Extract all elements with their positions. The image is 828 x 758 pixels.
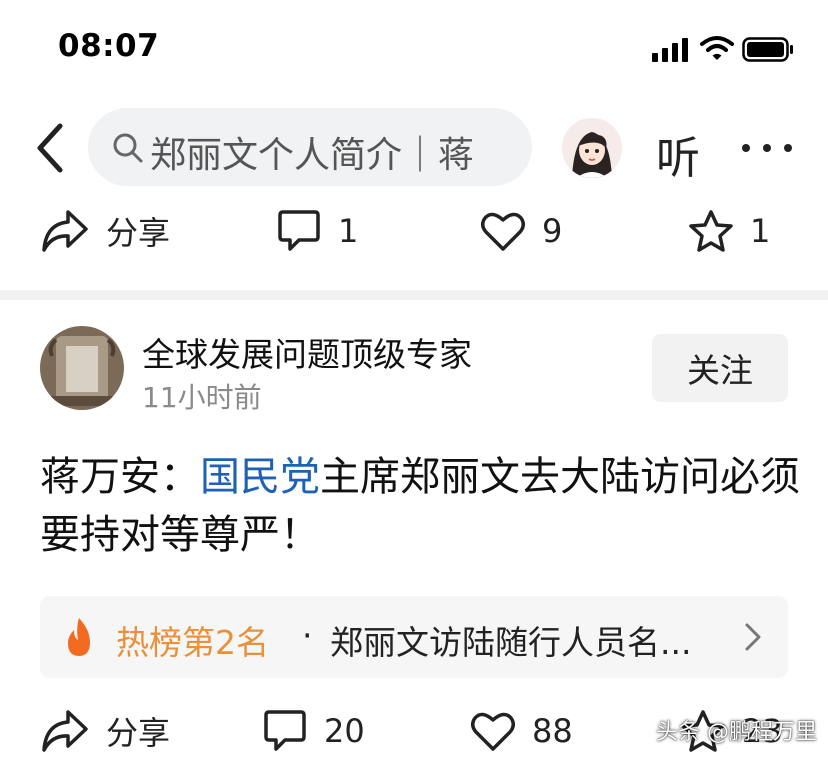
share-label: 分享	[106, 214, 171, 252]
watermark: 头条 @鹏程万里	[656, 720, 817, 745]
favorite-count: 1	[750, 212, 771, 250]
heart-icon	[481, 212, 525, 251]
author-avatar-image	[40, 326, 124, 410]
post-like-button[interactable]: 88	[470, 706, 573, 756]
like-count: 9	[542, 212, 563, 250]
post-body-prefix: 蒋万安：	[40, 454, 200, 500]
flame-icon	[68, 618, 90, 656]
heart-icon	[471, 712, 515, 751]
post-comment-count: 20	[324, 712, 365, 750]
post-body: 蒋万安：国民党主席郑丽文去大陆访问必须要持对等尊严！	[40, 448, 800, 564]
cellular-signal-icon	[652, 38, 690, 62]
search-query-text: 郑丽文个人简介｜蒋	[150, 135, 475, 176]
share-icon	[42, 710, 88, 752]
more-icon[interactable]	[742, 144, 792, 154]
comment-button[interactable]: 1	[276, 206, 358, 256]
hot-topic-title: 郑丽文访陆随行人员名...	[330, 623, 692, 662]
post-share-label: 分享	[106, 714, 171, 752]
status-time: 08:07	[58, 28, 160, 64]
favorite-button[interactable]: 1	[688, 206, 770, 256]
share-button[interactable]: 分享	[40, 206, 170, 256]
user-avatar[interactable]	[562, 118, 622, 178]
back-button[interactable]	[32, 120, 72, 176]
author-avatar[interactable]	[40, 326, 124, 410]
follow-button[interactable]: 关注	[652, 334, 788, 402]
like-button[interactable]: 9	[480, 206, 562, 256]
hot-list-banner[interactable]: 热榜第2名 · 郑丽文访陆随行人员名...	[40, 596, 788, 678]
star-icon	[689, 210, 733, 252]
battery-icon	[742, 37, 793, 62]
listen-button[interactable]: 听	[656, 122, 700, 186]
post-like-count: 88	[532, 712, 573, 750]
share-icon	[42, 210, 88, 252]
search-icon	[113, 133, 143, 163]
comment-icon	[278, 210, 320, 251]
author-name[interactable]: 全球发展问题顶级专家	[142, 328, 472, 376]
comment-icon	[264, 710, 306, 751]
back-arrow-icon	[37, 123, 63, 173]
post-share-button[interactable]: 分享	[40, 706, 170, 756]
wifi-icon	[700, 36, 734, 60]
hot-rank-label: 热榜第2名	[116, 623, 269, 662]
section-divider	[0, 290, 828, 300]
search-input[interactable]: 郑丽文个人简介｜蒋	[88, 108, 532, 186]
user-avatar-image	[562, 118, 622, 178]
topic-link[interactable]: 国民党	[200, 454, 320, 500]
comment-count: 1	[338, 212, 359, 250]
chevron-right-icon	[745, 623, 761, 651]
post-comment-button[interactable]: 20	[262, 706, 365, 756]
post-time: 11小时前	[142, 381, 262, 414]
hot-separator: ·	[302, 616, 313, 655]
